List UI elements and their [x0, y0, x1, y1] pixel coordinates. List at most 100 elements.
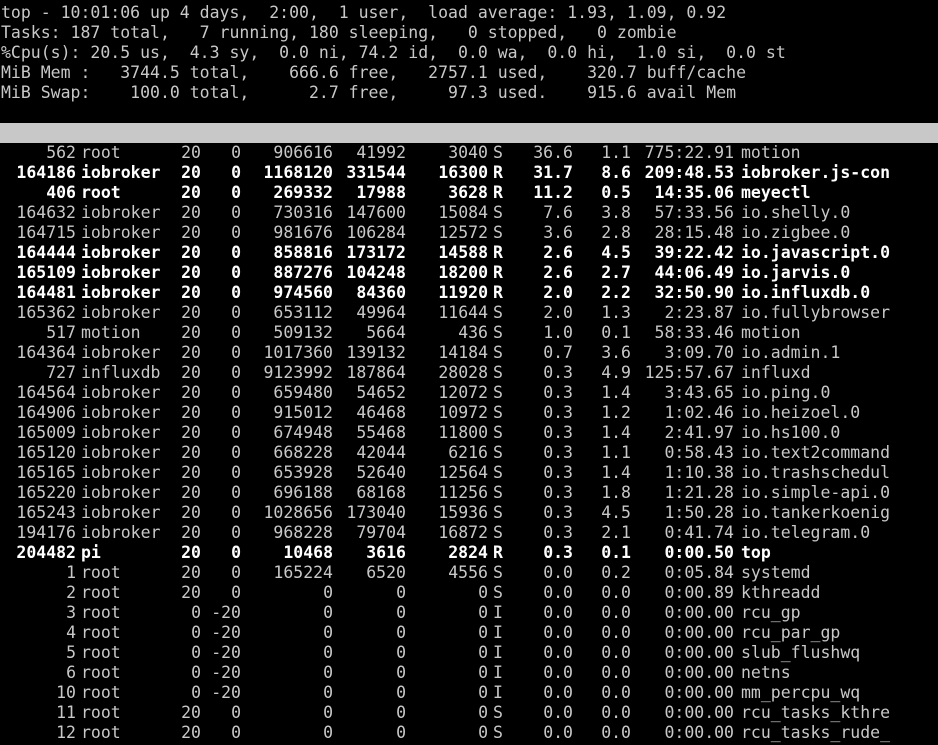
process-row[interactable]: 165009 iobroker 20 0 674948 55468 11800 S 0.3 1.4… — [0, 423, 938, 443]
process-row[interactable]: 165362 iobroker 20 0 653112 49964 11644 S 2.0 1.3… — [0, 303, 938, 323]
process-cpu: 0.0 — [543, 563, 573, 582]
process-virt: 668228 — [273, 443, 333, 462]
process-virt: 0 — [323, 603, 333, 622]
process-row[interactable]: 11 root 20 0 0 0 0 S 0.0 0.0 0:00.00 rcu_tasks_kthr… — [0, 703, 938, 723]
process-state: S — [493, 503, 503, 522]
process-user: iobroker — [81, 503, 161, 522]
process-row[interactable]: 164481 iobroker 20 0 974560 84360 11920 R 2.0 2.2… — [0, 283, 938, 303]
process-user: root — [81, 643, 121, 662]
process-time: 0:00.00 — [664, 703, 734, 722]
process-cpu: 11.2 — [533, 183, 573, 202]
process-virt: 730316 — [273, 203, 333, 222]
process-row[interactable]: 406 root 20 0 269332 17988 3628 R 11.2 0.5 14:35.0… — [0, 183, 938, 203]
process-user: iobroker — [81, 443, 161, 462]
process-res: 41992 — [356, 143, 406, 162]
process-row[interactable]: 165109 iobroker 20 0 887276 104248 18200 R 2.6 2.… — [0, 263, 938, 283]
process-state: S — [493, 203, 503, 222]
process-row[interactable]: 562 root 20 0 906616 41992 3040 S 36.6 1.1 775:22.… — [0, 143, 938, 163]
process-res: 54652 — [356, 383, 406, 402]
process-virt: 968228 — [273, 523, 333, 542]
process-row[interactable]: 165220 iobroker 20 0 696188 68168 11256 S 0.3 1.8… — [0, 483, 938, 503]
process-state: R — [493, 263, 503, 282]
process-row[interactable]: 194176 iobroker 20 0 968228 79704 16872 S 0.3 2.1… — [0, 523, 938, 543]
process-command: io.admin.1 — [741, 343, 841, 362]
process-row[interactable]: 164364 iobroker 20 0 1017360 139132 14184 S 0.7 3… — [0, 343, 938, 363]
process-row[interactable]: 1 root 20 0 165224 6520 4556 S 0.0 0.2 0:05.84 syst… — [0, 563, 938, 583]
process-user: root — [81, 683, 121, 702]
process-mem: 0.0 — [601, 583, 631, 602]
process-row[interactable]: 204482 pi 20 0 10468 3616 2824 R 0.3 0.1 0:00.50 to… — [0, 543, 938, 563]
process-command: slub_flushwq — [741, 643, 861, 662]
process-shr: 0 — [478, 663, 488, 682]
process-shr: 15084 — [438, 203, 488, 222]
process-row[interactable]: 164715 iobroker 20 0 981676 106284 12572 S 3.6 2.… — [0, 223, 938, 243]
process-row[interactable]: 6 root 0 -20 0 0 0 I 0.0 0.0 0:00.00 netns — [0, 663, 938, 683]
process-state: S — [493, 143, 503, 162]
process-time: 209:48.53 — [644, 163, 734, 182]
process-shr: 3040 — [448, 143, 488, 162]
process-row[interactable]: 164906 iobroker 20 0 915012 46468 10972 S 0.3 1.2… — [0, 403, 938, 423]
process-state: S — [493, 383, 503, 402]
process-pid: 165165 — [16, 463, 76, 482]
process-shr: 11920 — [438, 283, 488, 302]
process-row[interactable]: 165243 iobroker 20 0 1028656 173040 15936 S 0.3 4… — [0, 503, 938, 523]
process-time: 14:35.06 — [654, 183, 734, 202]
process-state: S — [493, 323, 503, 342]
process-cpu: 7.6 — [543, 203, 573, 222]
process-row[interactable]: 727 influxdb 20 0 9123992 187864 28028 S 0.3 4.9 1… — [0, 363, 938, 383]
process-row[interactable]: 10 root 0 -20 0 0 0 I 0.0 0.0 0:00.00 mm_percpu_wq — [0, 683, 938, 703]
process-shr: 10972 — [438, 403, 488, 422]
process-user: iobroker — [81, 303, 161, 322]
process-virt: 269332 — [273, 183, 333, 202]
process-res: 46468 — [356, 403, 406, 422]
process-virt: 509132 — [273, 323, 333, 342]
process-state: S — [493, 223, 503, 242]
process-shr: 12572 — [438, 223, 488, 242]
process-row[interactable]: 164186 iobroker 20 0 1168120 331544 16300 R 31.7… — [0, 163, 938, 183]
process-row[interactable]: 2 root 20 0 0 0 0 S 0.0 0.0 0:00.89 kthreadd — [0, 583, 938, 603]
process-time: 3:43.65 — [664, 383, 734, 402]
process-mem: 1.4 — [601, 463, 631, 482]
process-priority: 20 — [181, 563, 201, 582]
process-mem: 1.8 — [601, 483, 631, 502]
process-user: motion — [81, 323, 141, 342]
process-nice: 0 — [231, 243, 241, 262]
process-virt: 9123992 — [263, 363, 333, 382]
process-pid: 562 — [46, 143, 76, 162]
process-virt: 653112 — [273, 303, 333, 322]
process-row[interactable]: 5 root 0 -20 0 0 0 I 0.0 0.0 0:00.00 slub_flushwq — [0, 643, 938, 663]
process-cpu: 0.0 — [543, 703, 573, 722]
process-row[interactable]: 164632 iobroker 20 0 730316 147600 15084 S 7.6 3.… — [0, 203, 938, 223]
process-row[interactable]: 165120 iobroker 20 0 668228 42044 6216 S 0.3 1.1 0… — [0, 443, 938, 463]
process-res: 3616 — [366, 543, 406, 562]
process-state: I — [493, 683, 503, 702]
process-row[interactable]: 517 motion 20 0 509132 5664 436 S 1.0 0.1 58:33.46… — [0, 323, 938, 343]
terminal-window[interactable]: top - 10:01:06 up 4 days, 2:00, 1 user, … — [0, 0, 938, 745]
process-nice: 0 — [231, 463, 241, 482]
process-row[interactable]: 12 root 20 0 0 0 0 S 0.0 0.0 0:00.00 rcu_tasks_rude… — [0, 723, 938, 743]
process-row[interactable]: 164444 iobroker 20 0 858816 173172 14588 R 2.6 4.… — [0, 243, 938, 263]
process-mem: 1.1 — [601, 443, 631, 462]
process-shr: 18200 — [438, 263, 488, 282]
process-priority: 0 — [191, 643, 201, 662]
process-mem: 1.4 — [601, 423, 631, 442]
process-mem: 0.0 — [601, 703, 631, 722]
process-cpu: 0.3 — [543, 363, 573, 382]
process-pid: 5 — [66, 643, 76, 662]
process-row[interactable]: 165165 iobroker 20 0 653928 52640 12564 S 0.3 1.4… — [0, 463, 938, 483]
process-res: 68168 — [356, 483, 406, 502]
process-time: 1:50.28 — [664, 503, 734, 522]
process-mem: 2.2 — [601, 283, 631, 302]
process-time: 0:05.84 — [664, 563, 734, 582]
process-nice: 0 — [231, 303, 241, 322]
process-cpu: 0.3 — [543, 523, 573, 542]
process-row[interactable]: 4 root 0 -20 0 0 0 I 0.0 0.0 0:00.00 rcu_par_gp — [0, 623, 938, 643]
process-virt: 696188 — [273, 483, 333, 502]
process-state: R — [493, 283, 503, 302]
process-res: 331544 — [346, 163, 406, 182]
process-res: 42044 — [356, 443, 406, 462]
process-shr: 12072 — [438, 383, 488, 402]
process-row[interactable]: 164564 iobroker 20 0 659480 54652 12072 S 0.3 1.4… — [0, 383, 938, 403]
process-row[interactable]: 3 root 0 -20 0 0 0 I 0.0 0.0 0:00.00 rcu_gp — [0, 603, 938, 623]
process-user: pi — [81, 543, 101, 562]
